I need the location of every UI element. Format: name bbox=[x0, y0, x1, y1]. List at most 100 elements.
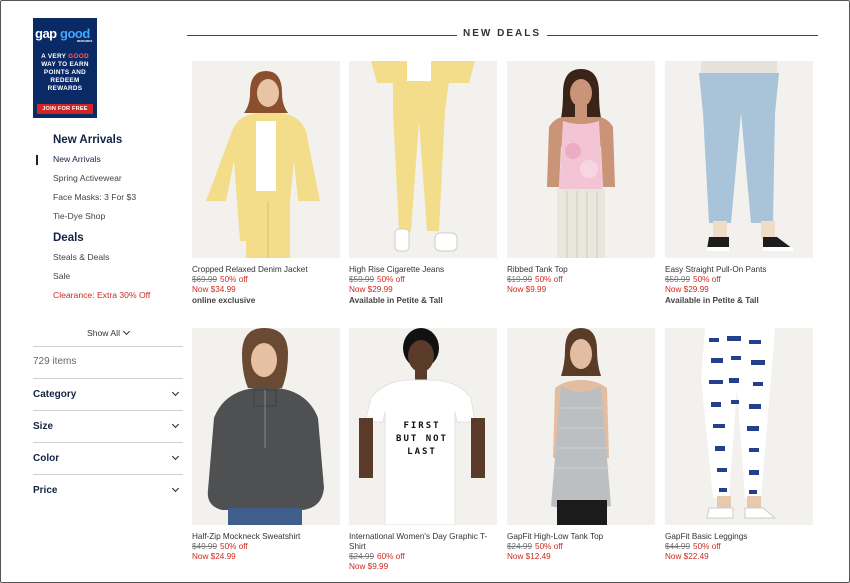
product-image[interactable] bbox=[349, 61, 497, 258]
discount-badge: 50% off bbox=[693, 275, 721, 284]
product-name[interactable]: High Rise Cigarette Jeans bbox=[349, 265, 497, 275]
product-name[interactable]: Half-Zip Mockneck Sweatshirt bbox=[192, 532, 340, 542]
sale-price: Now $24.99 bbox=[192, 552, 236, 561]
header-rule bbox=[547, 35, 818, 36]
discount-badge: 50% off bbox=[220, 542, 248, 551]
join-for-free-button[interactable]: JOIN FOR FREE bbox=[37, 104, 93, 114]
filter-price[interactable]: Price bbox=[33, 475, 183, 507]
nav-heading-deals[interactable]: Deals bbox=[53, 232, 183, 244]
product-note: online exclusive bbox=[192, 296, 256, 305]
section-header: NEW DEALS bbox=[187, 28, 818, 42]
product-name[interactable]: GapFit High-Low Tank Top bbox=[507, 532, 655, 542]
sale-price: Now $9.99 bbox=[349, 562, 389, 571]
product-name[interactable]: Ribbed Tank Top bbox=[507, 265, 655, 275]
original-price: $24.99 bbox=[349, 552, 375, 561]
product-image[interactable] bbox=[507, 328, 655, 525]
tee-print-line: LAST bbox=[407, 447, 437, 457]
section-title: NEW DEALS bbox=[463, 28, 541, 39]
price-line: $59.99 50% off bbox=[665, 275, 813, 285]
product-name[interactable]: Easy Straight Pull-On Pants bbox=[665, 265, 813, 275]
product-card[interactable]: FIRST BUT NOT LAST International Women's… bbox=[349, 328, 497, 572]
discount-badge: 50% off bbox=[535, 542, 563, 551]
original-price: $49.99 bbox=[192, 542, 218, 551]
filter-color[interactable]: Color bbox=[33, 443, 183, 475]
rewards-promo-banner[interactable]: gap good REWARDS A VERY GOOD WAY TO EARN… bbox=[33, 18, 97, 118]
product-name[interactable]: GapFit Basic Leggings bbox=[665, 532, 813, 542]
chevron-down-icon bbox=[122, 327, 131, 336]
sale-price: Now $12.49 bbox=[507, 552, 551, 561]
filter-label: Size bbox=[33, 421, 54, 432]
chevron-down-icon bbox=[171, 452, 180, 461]
sidebar: gap good REWARDS A VERY GOOD WAY TO EARN… bbox=[33, 18, 183, 496]
product-image[interactable] bbox=[192, 61, 340, 258]
product-card[interactable]: High Rise Cigarette Jeans $59.99 50% off … bbox=[349, 61, 497, 306]
header-rule bbox=[187, 35, 457, 36]
divider bbox=[33, 346, 183, 347]
gap-good-logo: gap good REWARDS bbox=[33, 24, 97, 44]
sale-price: Now $29.99 bbox=[665, 285, 709, 294]
product-image[interactable] bbox=[665, 61, 813, 258]
filter-category[interactable]: Category bbox=[33, 379, 183, 411]
original-price: $24.99 bbox=[507, 542, 533, 551]
svg-text:REWARDS: REWARDS bbox=[77, 39, 92, 43]
promo-text: A VERY GOOD WAY TO EARN POINTS AND REDEE… bbox=[41, 53, 89, 92]
discount-badge: 50% off bbox=[693, 542, 721, 551]
original-price: $59.99 bbox=[665, 275, 691, 284]
nav-item-sale[interactable]: Sale bbox=[53, 267, 183, 286]
product-image[interactable]: FIRST BUT NOT LAST bbox=[349, 328, 497, 525]
nav-item-face-masks[interactable]: Face Masks: 3 For $3 bbox=[53, 188, 183, 207]
product-image[interactable] bbox=[192, 328, 340, 525]
price-line: $19.99 50% off bbox=[507, 275, 655, 285]
price-line: $24.99 60% off bbox=[349, 552, 497, 562]
filter-size[interactable]: Size bbox=[33, 411, 183, 443]
price-line: $59.99 50% off bbox=[349, 275, 497, 285]
items-count: 729 items bbox=[33, 356, 77, 367]
nav-item-tie-dye-shop[interactable]: Tie-Dye Shop bbox=[53, 207, 183, 226]
tee-print-line: FIRST bbox=[403, 421, 440, 431]
price-line: $44.99 50% off bbox=[665, 542, 813, 552]
product-card[interactable]: Ribbed Tank Top $19.99 50% off Now $9.99 bbox=[507, 61, 655, 295]
show-all-button[interactable]: Show All bbox=[33, 327, 183, 338]
nav-item-spring-activewear[interactable]: Spring Activewear bbox=[53, 169, 183, 188]
original-price: $69.99 bbox=[192, 275, 218, 284]
product-card[interactable]: GapFit Basic Leggings $44.99 50% off Now … bbox=[665, 328, 813, 562]
discount-badge: 60% off bbox=[377, 552, 405, 561]
nav-item-new-arrivals[interactable]: New Arrivals bbox=[36, 150, 183, 169]
price-line: $24.99 50% off bbox=[507, 542, 655, 552]
chevron-down-icon bbox=[171, 484, 180, 493]
show-all-label: Show All bbox=[87, 328, 120, 338]
price-line: $49.99 50% off bbox=[192, 542, 340, 552]
nav-heading-new-arrivals[interactable]: New Arrivals bbox=[53, 134, 183, 146]
product-image[interactable] bbox=[665, 328, 813, 525]
product-card[interactable]: Half-Zip Mockneck Sweatshirt $49.99 50% o… bbox=[192, 328, 340, 562]
product-card[interactable]: GapFit High-Low Tank Top $24.99 50% off N… bbox=[507, 328, 655, 562]
discount-badge: 50% off bbox=[535, 275, 563, 284]
filter-label: Category bbox=[33, 389, 77, 400]
sale-price: Now $9.99 bbox=[507, 285, 547, 294]
product-name[interactable]: Cropped Relaxed Denim Jacket bbox=[192, 265, 340, 275]
tee-print-line: BUT NOT bbox=[396, 434, 448, 444]
discount-badge: 50% off bbox=[220, 275, 248, 284]
product-name[interactable]: International Women's Day Graphic T-Shir… bbox=[349, 532, 497, 552]
price-line: $69.99 50% off bbox=[192, 275, 340, 285]
nav-list-new-arrivals: New Arrivals Spring Activewear Face Mask… bbox=[36, 150, 183, 226]
nav-list-deals: Steals & Deals Sale Clearance: Extra 30%… bbox=[53, 248, 183, 305]
original-price: $44.99 bbox=[665, 542, 691, 551]
filter-label: Color bbox=[33, 453, 60, 464]
product-card[interactable]: Cropped Relaxed Denim Jacket $69.99 50% o… bbox=[192, 61, 340, 306]
original-price: $19.99 bbox=[507, 275, 533, 284]
product-card[interactable]: Easy Straight Pull-On Pants $59.99 50% of… bbox=[665, 61, 813, 306]
product-image[interactable] bbox=[507, 61, 655, 258]
sale-price: Now $22.49 bbox=[665, 552, 709, 561]
product-note: Available in Petite & Tall bbox=[665, 296, 759, 305]
nav-item-steals-deals[interactable]: Steals & Deals bbox=[53, 248, 183, 267]
nav-item-clearance[interactable]: Clearance: Extra 30% Off bbox=[53, 286, 183, 305]
discount-badge: 50% off bbox=[377, 275, 405, 284]
chevron-down-icon bbox=[171, 420, 180, 429]
product-note: Available in Petite & Tall bbox=[349, 296, 443, 305]
sale-price: Now $29.99 bbox=[349, 285, 393, 294]
filter-label: Price bbox=[33, 485, 58, 496]
chevron-down-icon bbox=[171, 388, 180, 397]
svg-text:gap: gap bbox=[35, 26, 57, 41]
original-price: $59.99 bbox=[349, 275, 375, 284]
